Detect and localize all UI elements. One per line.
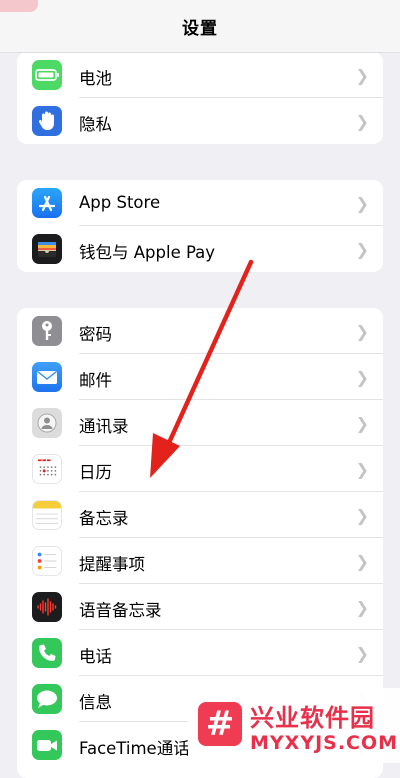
settings-row-mail[interactable]: 邮件 ❯ [17,354,383,400]
settings-row-app-store[interactable]: App Store ❯ [17,180,383,226]
notes-icon [32,500,62,530]
settings-row-phone[interactable]: 电话 ❯ [17,630,383,676]
settings-row-label: FaceTime通话 [79,739,190,758]
chevron-right-icon: ❯ [355,598,369,617]
chevron-right-icon: ❯ [355,644,369,663]
contacts-icon [32,408,62,438]
settings-row-label: 钱包与 Apple Pay [79,243,216,262]
hand-icon [32,106,62,136]
settings-row-privacy[interactable]: 隐私 ❯ [17,98,383,144]
page-title: 设置 [182,19,218,39]
settings-row-label: 语音备忘录 [79,601,162,620]
settings-row-contacts[interactable]: 通讯录 ❯ [17,400,383,446]
settings-row-label: 备忘录 [79,509,129,528]
mail-icon [32,362,62,392]
phone-icon [32,638,62,668]
chevron-right-icon: ❯ [355,194,369,213]
navigation-bar: 设置 [0,0,400,53]
settings-group-store: App Store ❯ 钱包与 Apple Pay ❯ [17,180,383,272]
wallet-icon [32,234,62,264]
settings-row-passwords[interactable]: 密码 ❯ [17,308,383,354]
settings-row-label: 隐私 [79,115,112,134]
settings-row-label: 提醒事项 [79,555,145,574]
settings-row-label: 密码 [79,325,112,344]
chevron-right-icon: ❯ [355,112,369,131]
watermark: # 兴业软件园 MYXYJS.COM [188,688,400,763]
settings-row-voice-memos[interactable]: 语音备忘录 ❯ [17,584,383,630]
settings-group-device: 电池 ❯ 隐私 ❯ [17,52,383,144]
messages-icon [32,684,62,714]
calendar-icon: ▬▬▬ [32,454,62,484]
app-store-icon [32,188,62,218]
battery-icon [32,60,62,90]
chevron-right-icon: ❯ [355,240,369,259]
settings-row-label: 日历 [79,463,112,482]
facetime-icon [32,730,62,760]
settings-row-label: 电话 [79,647,112,666]
settings-row-battery[interactable]: 电池 ❯ [17,52,383,98]
watermark-name: 兴业软件园 [250,704,375,732]
settings-row-label: 信息 [79,693,112,712]
chevron-right-icon: ❯ [355,66,369,85]
settings-row-wallet[interactable]: 钱包与 Apple Pay ❯ [17,226,383,272]
chevron-right-icon: ❯ [355,460,369,479]
settings-row-label: 邮件 [79,371,112,390]
chevron-right-icon: ❯ [355,552,369,571]
chevron-right-icon: ❯ [355,322,369,341]
chevron-right-icon: ❯ [355,368,369,387]
settings-row-calendar[interactable]: ▬▬▬ 日历 ❯ [17,446,383,492]
settings-row-reminders[interactable]: 提醒事项 ❯ [17,538,383,584]
settings-row-label: 通讯录 [79,417,129,436]
settings-row-notes[interactable]: 备忘录 ❯ [17,492,383,538]
chevron-right-icon: ❯ [355,414,369,433]
status-indicator [0,0,38,12]
chevron-right-icon: ❯ [355,506,369,525]
watermark-site: MYXYJS.COM [250,732,399,754]
voice-memos-icon [32,592,62,622]
key-icon [32,316,62,346]
settings-row-label: App Store [79,193,161,212]
settings-row-label: 电池 [79,69,112,88]
watermark-logo: # [198,702,242,746]
svg-text:▬▬▬: ▬▬▬ [38,459,51,464]
reminders-icon [32,546,62,576]
